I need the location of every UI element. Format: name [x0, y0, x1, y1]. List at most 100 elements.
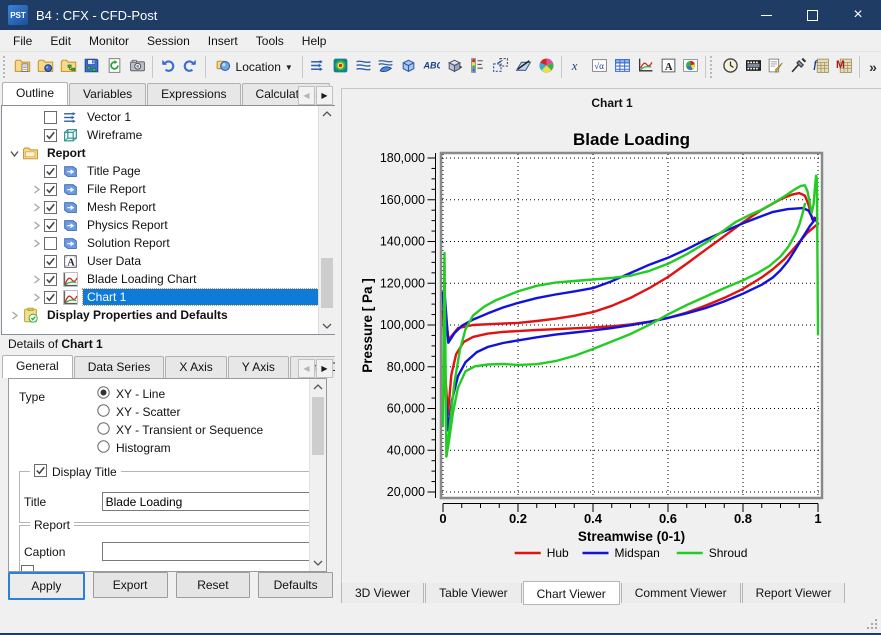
- clipped-checkbox[interactable]: [21, 565, 34, 572]
- visibility-checkbox[interactable]: [44, 273, 57, 286]
- volume-rendering-button[interactable]: [397, 53, 420, 81]
- text-button[interactable]: ABC: [420, 53, 443, 81]
- load-state-button[interactable]: [34, 53, 57, 81]
- visibility-checkbox[interactable]: [44, 255, 57, 268]
- tree-item-user-data[interactable]: AUser Data: [2, 252, 318, 270]
- menu-edit[interactable]: Edit: [41, 32, 80, 50]
- maximize-button[interactable]: [789, 0, 835, 30]
- expander-collapsed-icon[interactable]: [28, 203, 44, 212]
- comment-button[interactable]: A: [657, 53, 680, 81]
- menu-help[interactable]: Help: [293, 32, 336, 50]
- tree-item-wireframe[interactable]: Wireframe: [2, 126, 318, 144]
- save-state-button[interactable]: [80, 53, 103, 81]
- tree-item-solution-report[interactable]: Solution Report: [2, 234, 318, 252]
- macro-calculator-button[interactable]: M: [833, 53, 856, 81]
- tab-outline[interactable]: Outline: [2, 82, 68, 105]
- tab-scroll-left-icon[interactable]: ◀: [298, 359, 315, 378]
- display-title-checkbox[interactable]: [34, 464, 47, 480]
- snapshot-button[interactable]: [126, 53, 149, 81]
- animation-button[interactable]: [742, 53, 765, 81]
- function-calculator-button[interactable]: f: [810, 53, 833, 81]
- menu-insert[interactable]: Insert: [199, 32, 247, 50]
- clip-plane-button[interactable]: [512, 53, 535, 81]
- expressions-button[interactable]: x: [565, 53, 588, 81]
- viewer-tab-3d-viewer[interactable]: 3D Viewer: [341, 583, 424, 604]
- details-tab-x-axis[interactable]: X Axis: [165, 356, 226, 378]
- viewer-tab-comment-viewer[interactable]: Comment Viewer: [621, 583, 741, 604]
- streamline-button[interactable]: [352, 53, 375, 81]
- scroll-down-icon[interactable]: [310, 555, 326, 571]
- visibility-checkbox[interactable]: [44, 165, 57, 178]
- legend-button[interactable]: [466, 53, 489, 81]
- expander-expanded-icon[interactable]: [6, 149, 22, 158]
- visibility-checkbox[interactable]: [44, 237, 57, 250]
- scroll-up-icon[interactable]: [319, 106, 335, 122]
- expander-collapsed-icon[interactable]: [28, 293, 44, 302]
- visibility-checkbox[interactable]: [44, 183, 57, 196]
- variables-button[interactable]: √α: [588, 53, 611, 81]
- tab-variables[interactable]: Variables: [69, 83, 146, 105]
- tab-scroll-right-icon[interactable]: ▶: [316, 359, 333, 378]
- expander-collapsed-icon[interactable]: [28, 185, 44, 194]
- tree-item-title-page[interactable]: Title Page: [2, 162, 318, 180]
- defaults-button[interactable]: Defaults: [258, 572, 333, 598]
- export-button[interactable]: Export: [93, 572, 168, 598]
- table-button[interactable]: [611, 53, 634, 81]
- tree-scrollbar[interactable]: [318, 106, 335, 334]
- viewer-tab-table-viewer[interactable]: Table Viewer: [425, 583, 521, 604]
- caption-input[interactable]: [102, 542, 314, 561]
- expander-collapsed-icon[interactable]: [28, 239, 44, 248]
- tab-expressions[interactable]: Expressions: [147, 83, 240, 105]
- title-input[interactable]: [102, 492, 314, 511]
- tree-item-display-properties-and-defaults[interactable]: Display Properties and Defaults: [2, 306, 318, 324]
- scroll-up-icon[interactable]: [310, 379, 326, 395]
- toolbar-overflow-button[interactable]: »: [863, 59, 881, 75]
- viewer-tab-report-viewer[interactable]: Report Viewer: [742, 583, 846, 604]
- tree-item-report[interactable]: Report: [2, 144, 318, 162]
- tab-scroll-right-icon[interactable]: ▶: [316, 86, 333, 105]
- chart-button[interactable]: [634, 53, 657, 81]
- radio-histogram[interactable]: Histogram: [97, 439, 263, 457]
- details-tab-y-axis[interactable]: Y Axis: [228, 356, 289, 378]
- tree-item-file-report[interactable]: File Report: [2, 180, 318, 198]
- reload-button[interactable]: [103, 53, 126, 81]
- menu-file[interactable]: File: [4, 32, 41, 50]
- colour-map-button[interactable]: [535, 53, 558, 81]
- location-dropdown[interactable]: Location▼: [209, 55, 299, 79]
- scroll-down-icon[interactable]: [319, 318, 335, 334]
- tree-item-physics-report[interactable]: Physics Report: [2, 216, 318, 234]
- details-tab-data-series[interactable]: Data Series: [74, 356, 165, 378]
- visibility-checkbox[interactable]: [44, 111, 57, 124]
- instance-transform-button[interactable]: [489, 53, 512, 81]
- visibility-checkbox[interactable]: [44, 219, 57, 232]
- tab-scroll-left-icon[interactable]: ◀: [298, 86, 315, 105]
- details-tab-general[interactable]: General: [2, 355, 73, 378]
- viewer-tab-chart-viewer[interactable]: Chart Viewer: [523, 581, 620, 605]
- redo-button[interactable]: [179, 53, 202, 81]
- scrollbar-thumb[interactable]: [321, 258, 333, 308]
- scrollbar-thumb[interactable]: [312, 397, 324, 455]
- coord-frame-button[interactable]: [443, 53, 466, 81]
- contour-button[interactable]: [329, 53, 352, 81]
- details-form-scrollbar[interactable]: [309, 379, 326, 571]
- menu-tools[interactable]: Tools: [247, 32, 293, 50]
- expander-collapsed-icon[interactable]: [28, 275, 44, 284]
- load-session-button[interactable]: [57, 53, 80, 81]
- radio-xy-transient-or-sequence[interactable]: XY - Transient or Sequence: [97, 421, 263, 439]
- expander-collapsed-icon[interactable]: [28, 221, 44, 230]
- reset-button[interactable]: Reset: [176, 572, 251, 598]
- close-button[interactable]: ×: [835, 0, 881, 30]
- figure-button[interactable]: [680, 53, 703, 81]
- undo-button[interactable]: [156, 53, 179, 81]
- visibility-checkbox[interactable]: [44, 201, 57, 214]
- tree-item-vector-1[interactable]: Vector 1: [2, 108, 318, 126]
- particle-track-button[interactable]: [374, 53, 397, 81]
- menu-session[interactable]: Session: [138, 32, 199, 50]
- tree-item-blade-loading-chart[interactable]: Blade Loading Chart: [2, 270, 318, 288]
- radio-xy-line[interactable]: XY - Line: [97, 385, 263, 403]
- radio-xy-scatter[interactable]: XY - Scatter: [97, 403, 263, 421]
- minimize-button[interactable]: [743, 0, 789, 30]
- visibility-checkbox[interactable]: [44, 291, 57, 304]
- vector-button[interactable]: [306, 53, 329, 81]
- tree-item-chart-1[interactable]: Chart 1: [2, 288, 318, 306]
